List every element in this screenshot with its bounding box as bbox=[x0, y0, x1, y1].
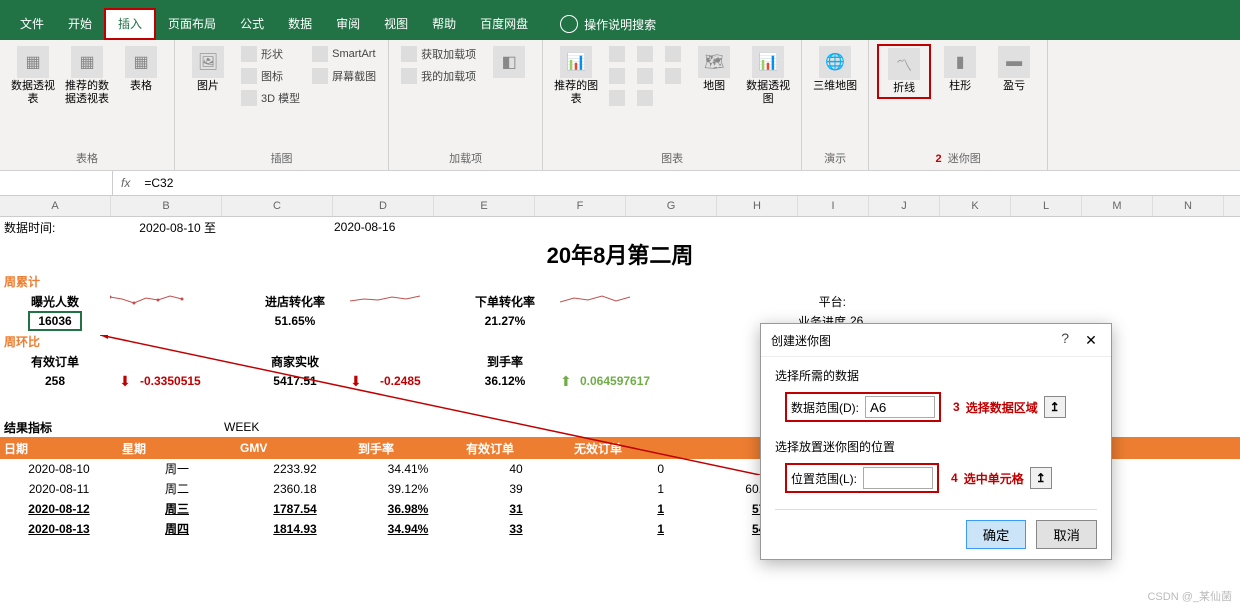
tab-help[interactable]: 帮助 bbox=[420, 8, 468, 40]
hierarchy-chart-button[interactable] bbox=[605, 66, 629, 86]
sparkline-icon bbox=[110, 293, 190, 307]
3d-models-button[interactable]: 3D 模型 bbox=[237, 88, 304, 108]
pivot-table-button[interactable]: ▦数据透视表 bbox=[8, 44, 58, 108]
lightbulb-icon bbox=[560, 15, 578, 33]
group-addins: 加载项 bbox=[449, 148, 482, 168]
recommended-pivot-button[interactable]: ▦推荐的数据透视表 bbox=[62, 44, 112, 108]
smartart-button[interactable]: SmartArt bbox=[308, 44, 380, 64]
sparkline-line-button[interactable]: 〽折线 bbox=[877, 44, 931, 99]
arrow-up-icon: ⬆ bbox=[560, 373, 572, 389]
column-headers[interactable]: ABC DEF GHI JKL MN bbox=[0, 196, 1240, 217]
addin-icon[interactable]: ◧ bbox=[484, 44, 534, 82]
ribbon: ▦数据透视表 ▦推荐的数据透视表 ▦表格 表格 🖼图片 形状 图标 3D 模型 … bbox=[0, 40, 1240, 171]
range-selector-button[interactable]: ↥ bbox=[1044, 396, 1066, 418]
dialog-title: 创建迷你图 bbox=[771, 332, 831, 349]
my-addins-button[interactable]: 我的加载项 bbox=[397, 66, 480, 86]
location-range-label: 位置范围(L): bbox=[791, 470, 857, 487]
get-addins-button[interactable]: 获取加载项 bbox=[397, 44, 480, 64]
shapes-button[interactable]: 形状 bbox=[237, 44, 304, 64]
label-data-time: 数据时间: bbox=[0, 219, 110, 236]
group-illustrations: 插图 bbox=[271, 148, 293, 168]
section-week-total: 周累计 bbox=[0, 273, 110, 290]
pie-chart-button[interactable] bbox=[661, 44, 685, 64]
data-range-input[interactable] bbox=[865, 396, 935, 418]
tab-review[interactable]: 审阅 bbox=[324, 8, 372, 40]
tab-baidu[interactable]: 百度网盘 bbox=[468, 8, 540, 40]
hint-select-cell: 选中单元格 bbox=[964, 470, 1024, 487]
selected-cell[interactable]: 16036 bbox=[28, 311, 81, 331]
name-box[interactable] bbox=[0, 171, 113, 195]
arrow-down-icon: ⬇ bbox=[119, 373, 131, 389]
annotation-3: 3 bbox=[953, 400, 960, 414]
combo-chart-button[interactable] bbox=[633, 88, 657, 108]
statistical-chart-button[interactable] bbox=[633, 66, 657, 86]
create-sparkline-dialog: 创建迷你图 ? ✕ 选择所需的数据 数据范围(D): 3 选择数据区域 ↥ 选择… bbox=[760, 323, 1112, 560]
data-range-label: 数据范围(D): bbox=[791, 399, 859, 416]
help-icon[interactable]: ? bbox=[1061, 330, 1069, 350]
recommended-charts-button[interactable]: 📊推荐的图表 bbox=[551, 44, 601, 108]
line-chart-button[interactable] bbox=[633, 44, 657, 64]
tell-me-search[interactable]: 操作说明搜索 bbox=[584, 16, 656, 33]
ok-button[interactable]: 确定 bbox=[966, 520, 1027, 549]
section-select-data: 选择所需的数据 bbox=[775, 367, 1097, 384]
table-button[interactable]: ▦表格 bbox=[116, 44, 166, 95]
tab-home[interactable]: 开始 bbox=[56, 8, 104, 40]
annotation-4: 4 bbox=[951, 471, 958, 485]
watermark: CSDN @_某仙菌 bbox=[1147, 588, 1232, 604]
pivot-chart-button[interactable]: 📊数据透视图 bbox=[743, 44, 793, 108]
group-sparklines: 2 迷你图 bbox=[936, 148, 981, 168]
maps-button[interactable]: 🗺地图 bbox=[689, 44, 739, 95]
section-wow: 周环比 bbox=[0, 333, 110, 350]
group-charts: 图表 bbox=[661, 148, 683, 168]
sparkline-icon bbox=[350, 293, 430, 307]
tab-insert[interactable]: 插入 bbox=[104, 8, 156, 40]
sparkline-column-button[interactable]: ▮柱形 bbox=[935, 44, 985, 95]
hint-select-data: 选择数据区域 bbox=[966, 399, 1038, 416]
formula-bar: fx =C32 bbox=[0, 171, 1240, 196]
group-tours: 演示 bbox=[824, 148, 846, 168]
scatter-chart-button[interactable] bbox=[661, 66, 685, 86]
section-result-index: 结果指标 bbox=[0, 419, 110, 436]
fx-icon[interactable]: fx bbox=[113, 176, 138, 190]
pictures-button[interactable]: 🖼图片 bbox=[183, 44, 233, 95]
tab-page-layout[interactable]: 页面布局 bbox=[156, 8, 228, 40]
close-icon[interactable]: ✕ bbox=[1081, 330, 1101, 350]
sparkline-icon bbox=[560, 293, 640, 307]
column-chart-button[interactable] bbox=[605, 44, 629, 64]
tab-data[interactable]: 数据 bbox=[276, 8, 324, 40]
formula-input[interactable]: =C32 bbox=[138, 176, 1240, 190]
3d-map-button[interactable]: 🌐三维地图 bbox=[810, 44, 860, 95]
ribbon-tabs: 文件 开始 插入 页面布局 公式 数据 审阅 视图 帮助 百度网盘 操作说明搜索 bbox=[0, 8, 1240, 40]
tab-formulas[interactable]: 公式 bbox=[228, 8, 276, 40]
location-range-input[interactable] bbox=[863, 467, 933, 489]
waterfall-chart-button[interactable] bbox=[605, 88, 629, 108]
arrow-down-icon: ⬇ bbox=[350, 373, 362, 389]
group-tables: 表格 bbox=[76, 148, 98, 168]
section-select-location: 选择放置迷你图的位置 bbox=[775, 438, 1097, 455]
tab-view[interactable]: 视图 bbox=[372, 8, 420, 40]
cancel-button[interactable]: 取消 bbox=[1036, 520, 1097, 549]
tab-file[interactable]: 文件 bbox=[8, 8, 56, 40]
icons-button[interactable]: 图标 bbox=[237, 66, 304, 86]
range-selector-button[interactable]: ↥ bbox=[1030, 467, 1052, 489]
report-title: 20年8月第二周 bbox=[547, 238, 694, 270]
sparkline-winloss-button[interactable]: ▬盈亏 bbox=[989, 44, 1039, 95]
screenshot-button[interactable]: 屏幕截图 bbox=[308, 66, 380, 86]
